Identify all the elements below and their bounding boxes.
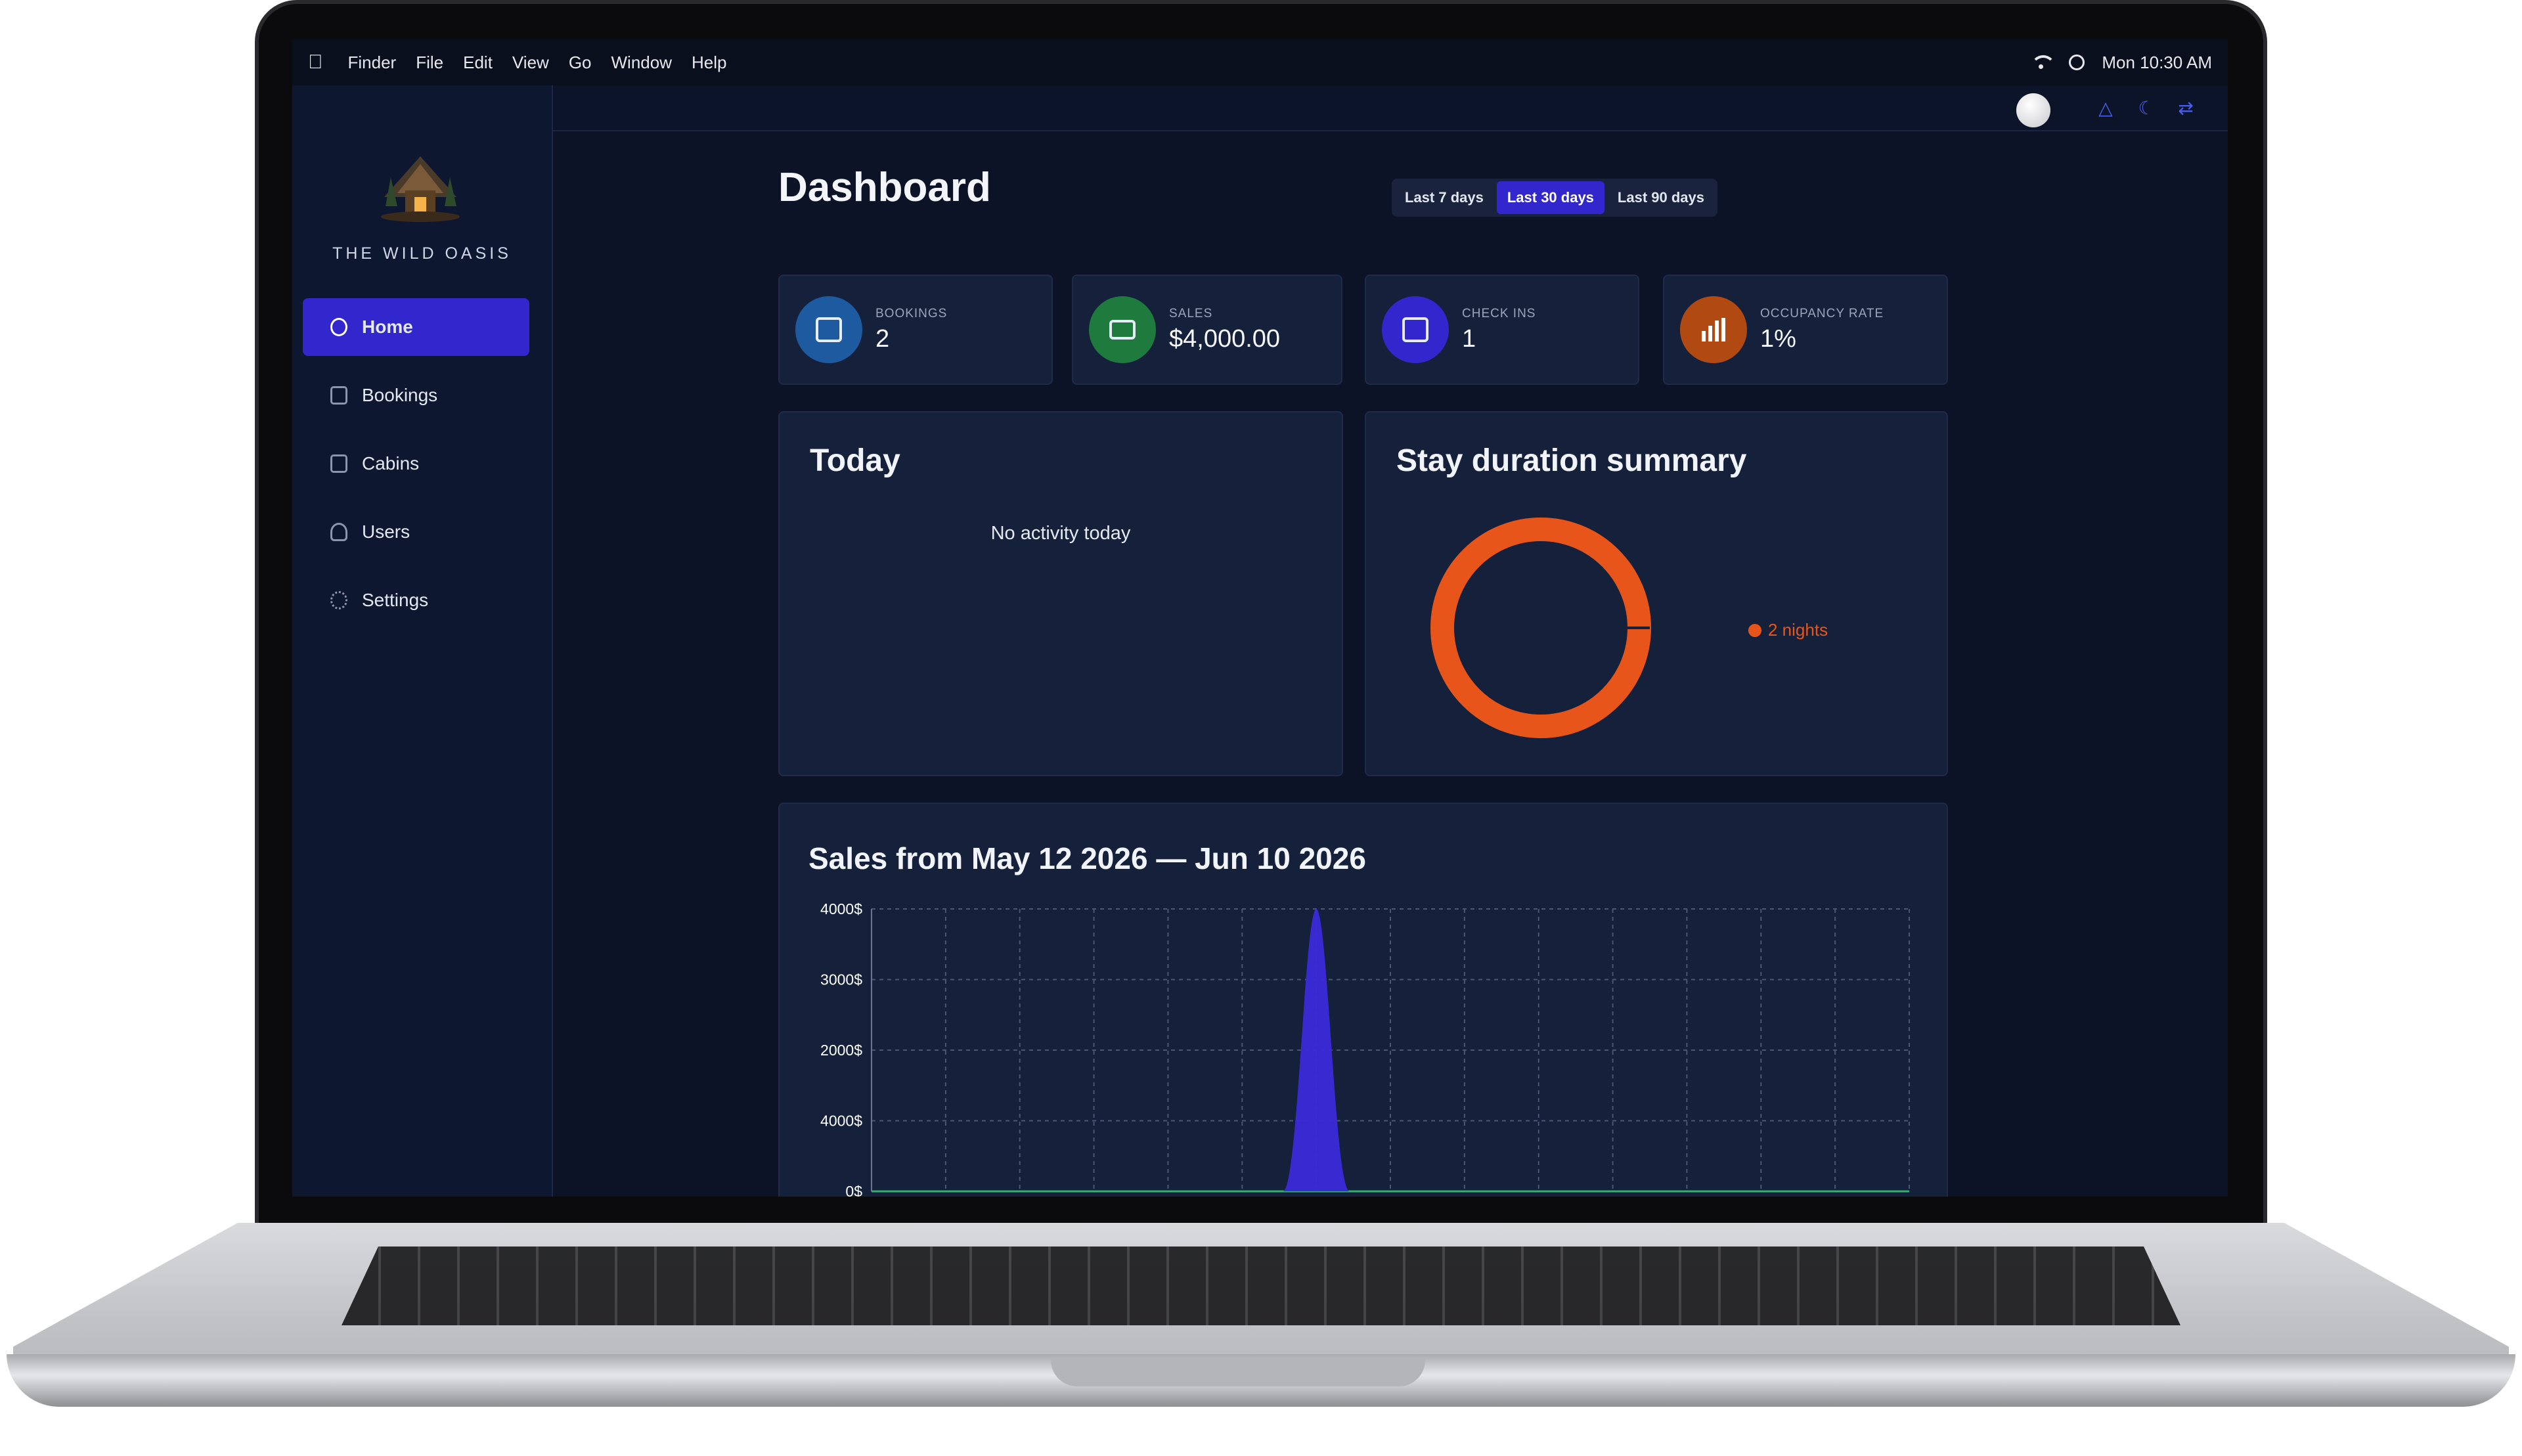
menu-window[interactable]: Window — [611, 53, 672, 73]
screen:  Finder File Edit View Go Window Help M… — [292, 39, 2228, 1197]
y-tick-label: 4000$ — [820, 900, 862, 917]
menu-help[interactable]: Help — [692, 53, 726, 73]
stat-value: 1 — [1462, 324, 1476, 353]
sidebar-item-label: Cabins — [362, 453, 420, 474]
y-tick-label: 3000$ — [820, 971, 862, 988]
stat-label: BOOKINGS — [875, 306, 948, 320]
stat-sales: SALES $4,000.00 — [1072, 275, 1342, 385]
gear-icon — [330, 591, 347, 609]
filter-last-90-days[interactable]: Last 90 days — [1607, 181, 1715, 214]
stat-label: SALES — [1169, 306, 1213, 320]
menu-edit[interactable]: Edit — [463, 53, 493, 73]
wifi-icon[interactable] — [2029, 54, 2056, 71]
menu-file[interactable]: File — [416, 53, 443, 73]
today-title: Today — [810, 443, 900, 478]
briefcase-icon — [795, 296, 862, 363]
stay-duration-panel: Stay duration summary 2 nights — [1365, 411, 1948, 776]
menubar:  Finder File Edit View Go Window Help M… — [292, 39, 2228, 85]
today-panel: Today No activity today — [778, 411, 1343, 776]
menubar-clock[interactable]: Mon 10:30 AM — [2102, 53, 2212, 73]
sidebar-item-home[interactable]: Home — [303, 298, 529, 356]
sidebar-nav: Home Bookings Cabins Users Settings — [303, 298, 529, 640]
calendar-icon — [1382, 296, 1449, 363]
control-center-icon[interactable] — [2069, 55, 2085, 70]
date-filter: Last 7 days Last 30 days Last 90 days — [1392, 179, 1717, 217]
y-tick-label: 2000$ — [820, 1042, 862, 1059]
y-tick-label: 0$ — [845, 1183, 862, 1197]
sidebar-item-label: Settings — [362, 590, 429, 610]
sidebar-item-label: Home — [362, 317, 413, 337]
legend-label: 2 nights — [1768, 620, 1828, 640]
empty-message: No activity today — [990, 523, 1131, 544]
sidebar-item-label: Users — [362, 521, 410, 542]
stat-value: $4,000.00 — [1169, 324, 1281, 353]
apple-icon[interactable]:  — [308, 51, 323, 74]
filter-last-7-days[interactable]: Last 7 days — [1394, 181, 1494, 214]
laptop-base — [0, 1223, 2522, 1440]
home-icon — [330, 318, 347, 336]
stat-value: 2 — [875, 324, 890, 353]
donut-legend-item: 2 nights — [1748, 620, 1828, 640]
legend-dot — [1748, 623, 1761, 637]
y-tick-label: 4000$ — [820, 1113, 862, 1130]
menu-go[interactable]: Go — [569, 53, 592, 73]
sidebar: THE WILD OASIS Home Bookings Cabins User… — [292, 85, 553, 1197]
stay-duration-title: Stay duration summary — [1396, 443, 1747, 478]
stat-value: 1% — [1760, 324, 1796, 353]
user-icon[interactable]: △ — [2095, 99, 2116, 118]
calendar-icon — [330, 386, 347, 405]
brand-name: THE WILD OASIS — [332, 244, 512, 263]
bar-chart-icon — [1680, 296, 1747, 363]
stat-label: OCCUPANCY RATE — [1760, 306, 1884, 320]
sidebar-item-users[interactable]: Users — [303, 503, 529, 561]
logo-icon — [381, 156, 460, 222]
sidebar-item-bookings[interactable]: Bookings — [303, 366, 529, 424]
user-icon — [330, 523, 347, 541]
banknote-icon — [1089, 296, 1156, 363]
cabin-icon — [330, 454, 347, 473]
avatar[interactable] — [2016, 93, 2050, 127]
lid-opening-notch — [1051, 1357, 1425, 1386]
donut-chart — [1430, 518, 1651, 738]
logout-icon[interactable]: ⇄ — [2175, 99, 2196, 118]
stat-occupancy-rate: OCCUPANCY RATE 1% — [1663, 275, 1948, 385]
menu-finder[interactable]: Finder — [348, 53, 397, 73]
page-title: Dashboard — [778, 165, 991, 210]
main-content: Dashboard Last 7 days Last 30 days Last … — [553, 131, 2228, 1197]
sales-panel: Sales from May 12 2026 — Jun 10 2026 0$ 4… — [778, 803, 1948, 1197]
stat-check-ins: CHECK INS 1 — [1365, 275, 1639, 385]
sales-chart: 0$4000$2000$3000$4000$May 12May 12May 15… — [820, 900, 1910, 1197]
stat-label: CHECK INS — [1462, 306, 1536, 320]
menu-view[interactable]: View — [512, 53, 549, 73]
sidebar-item-cabins[interactable]: Cabins — [303, 435, 529, 493]
sidebar-item-settings[interactable]: Settings — [303, 571, 529, 629]
app-header: △ ☾ ⇄ — [553, 85, 2228, 131]
moon-icon[interactable]: ☾ — [2136, 99, 2157, 118]
filter-last-30-days[interactable]: Last 30 days — [1496, 181, 1604, 214]
stat-bookings: BOOKINGS 2 — [778, 275, 1053, 385]
sidebar-item-label: Bookings — [362, 385, 438, 405]
donut-slice-2-nights — [1430, 518, 1651, 738]
